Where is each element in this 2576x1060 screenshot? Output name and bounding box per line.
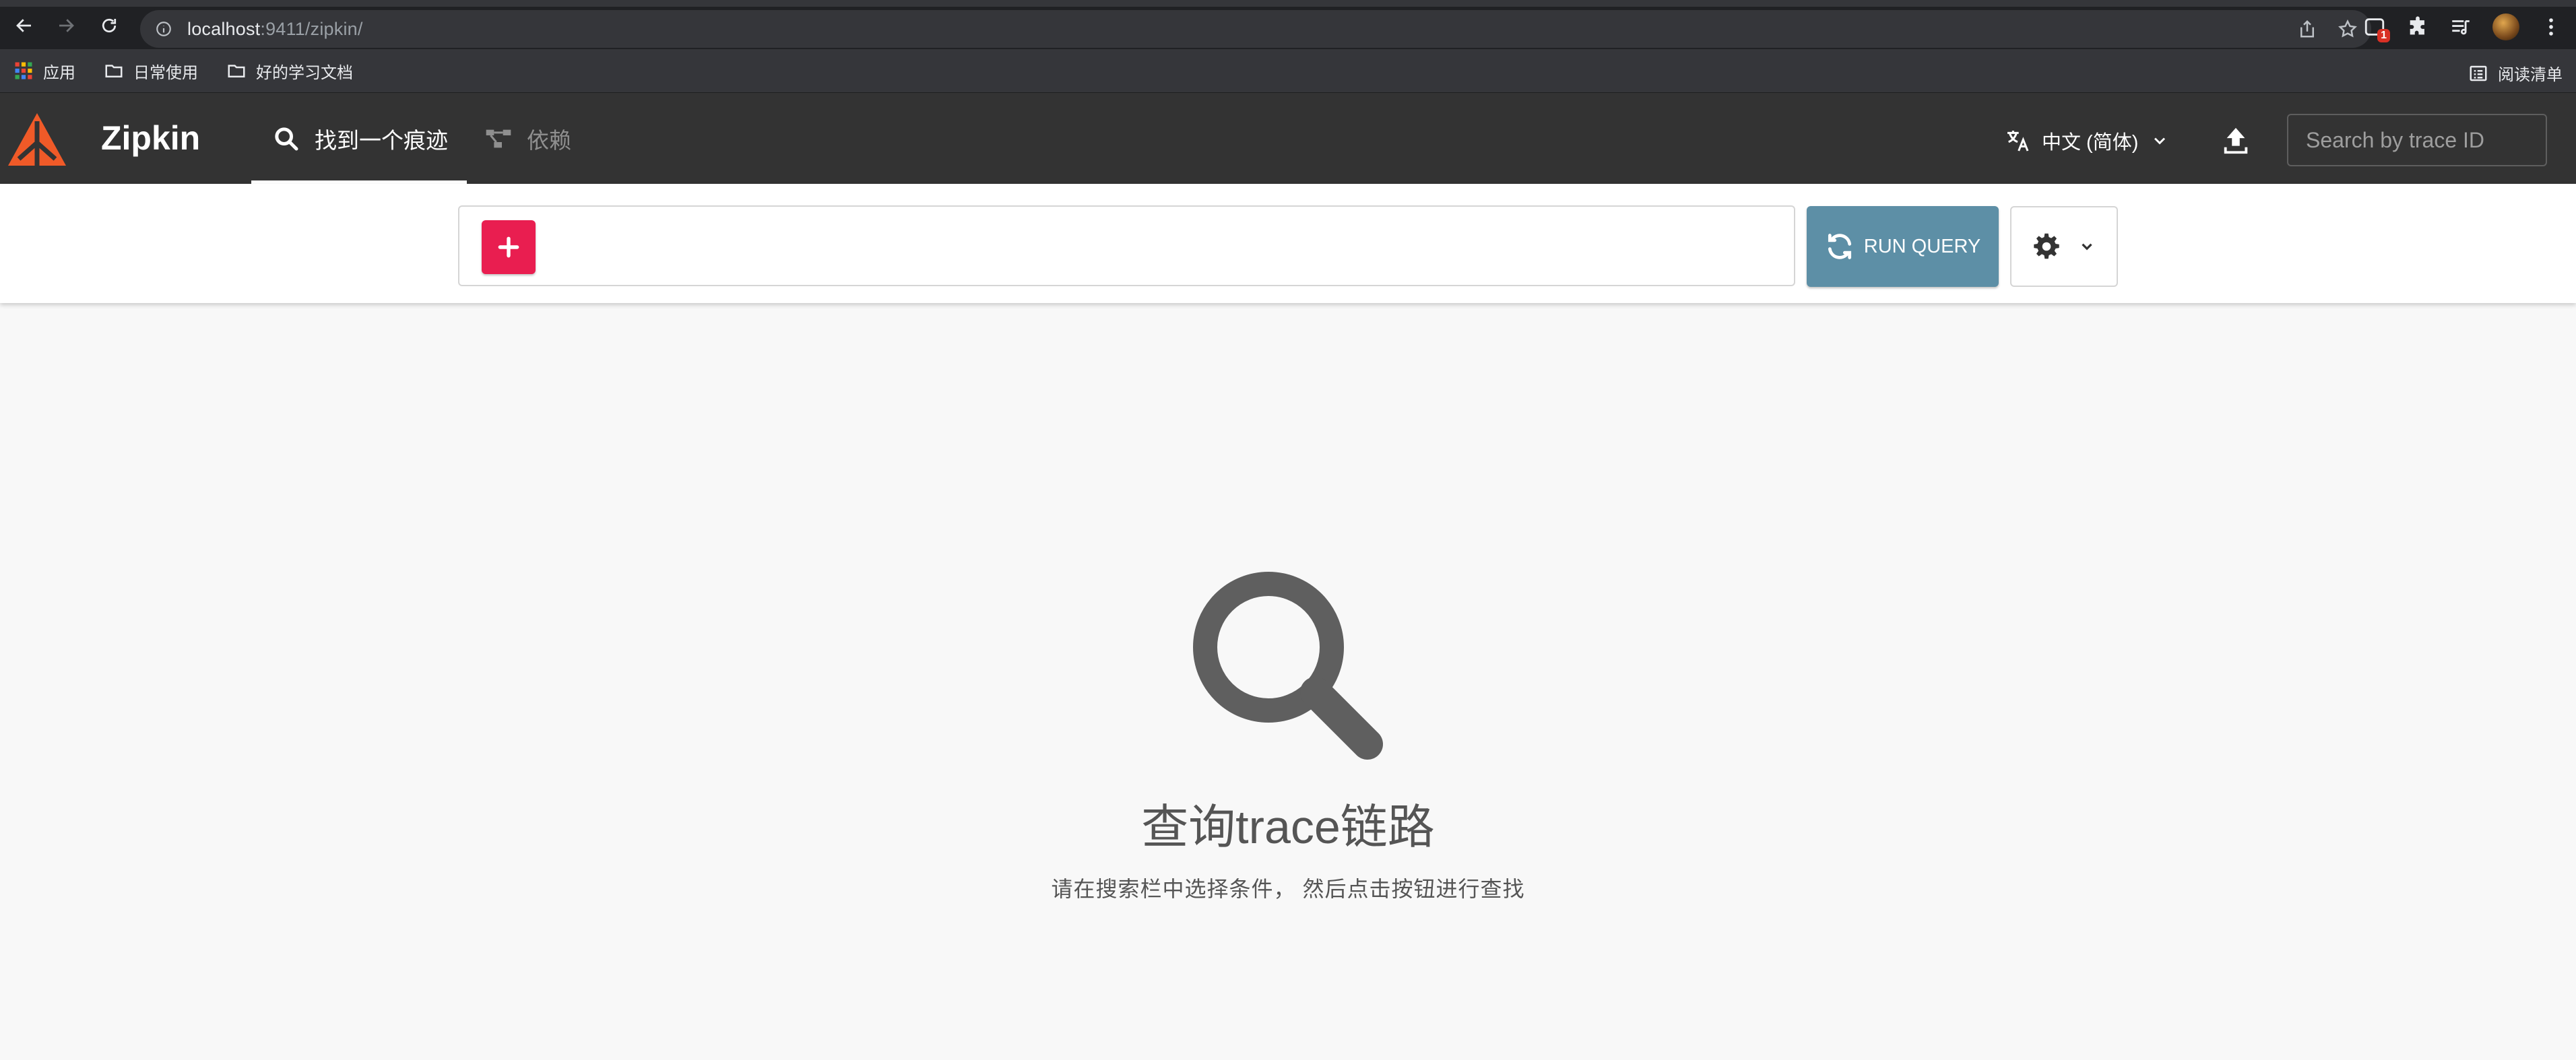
bookmark-folder-daily[interactable]: 日常使用 xyxy=(104,59,198,83)
bookmark-star-icon[interactable] xyxy=(2338,19,2358,39)
bookmarks-bar: 应用 日常使用 好的学习文档 阅读清单 xyxy=(0,49,2576,93)
zipkin-logo[interactable] xyxy=(7,112,67,167)
browser-menu-icon[interactable] xyxy=(2540,15,2563,38)
site-info-icon[interactable] xyxy=(155,20,172,38)
folder-icon xyxy=(226,61,247,81)
chevron-down-icon xyxy=(2150,131,2169,150)
forward-arrow-icon[interactable] xyxy=(54,13,78,38)
empty-state-description: 请在搜索栏中选择条件， 然后点击按钮进行查找 xyxy=(1051,877,1525,901)
empty-state-title: 查询trace链路 xyxy=(1141,801,1435,853)
trace-id-search-input[interactable] xyxy=(2287,114,2547,166)
profile-avatar[interactable] xyxy=(2492,13,2519,40)
bookmark-folder-docs[interactable]: 好的学习文档 xyxy=(226,59,353,83)
browser-toolbar: localhost:9411/zipkin/ 1 xyxy=(0,0,2576,49)
run-query-button[interactable]: RUN QUERY xyxy=(1807,206,1999,287)
translate-icon xyxy=(2004,127,2031,154)
search-criteria-field[interactable] xyxy=(458,205,1795,286)
language-selector[interactable]: 中文 (简体) xyxy=(2004,127,2169,155)
brand-title[interactable]: Zipkin xyxy=(101,119,200,158)
puzzle-extensions-icon[interactable] xyxy=(2406,15,2429,38)
extension-badge-icon[interactable]: 1 xyxy=(2363,15,2390,42)
bookmark-label: 应用 xyxy=(43,63,75,82)
upload-icon[interactable] xyxy=(2220,125,2251,156)
reading-list-button[interactable]: 阅读清单 xyxy=(2468,61,2563,85)
query-bar: RUN QUERY xyxy=(0,184,2576,303)
dependency-graph-icon xyxy=(485,125,512,152)
tab-dependencies[interactable]: 依赖 xyxy=(485,93,571,184)
tab-label: 找到一个痕迹 xyxy=(315,127,448,153)
tab-label: 依赖 xyxy=(527,127,571,153)
app-header: Zipkin 找到一个痕迹 依赖 中文 (简体) xyxy=(0,93,2576,184)
share-icon[interactable] xyxy=(2297,19,2317,39)
search-icon xyxy=(273,125,300,152)
bookmark-label: 好的学习文档 xyxy=(256,63,353,82)
gear-icon xyxy=(2032,232,2061,261)
chevron-down-icon xyxy=(2078,238,2096,255)
bookmark-label: 日常使用 xyxy=(133,63,198,82)
extension-count-badge: 1 xyxy=(2377,29,2390,42)
reading-list-label: 阅读清单 xyxy=(2498,66,2563,84)
settings-dropdown-button[interactable] xyxy=(2010,206,2118,287)
apps-grid-icon xyxy=(13,61,34,81)
url-text[interactable]: localhost:9411/zipkin/ xyxy=(187,19,363,40)
add-criteria-button[interactable] xyxy=(482,220,536,274)
back-arrow-icon[interactable] xyxy=(12,13,36,38)
media-queue-icon[interactable] xyxy=(2449,15,2472,38)
plus-icon xyxy=(498,236,519,258)
language-label: 中文 (简体) xyxy=(2042,132,2139,154)
folder-icon xyxy=(104,61,124,81)
large-search-icon xyxy=(1193,572,1383,760)
reload-icon[interactable] xyxy=(97,13,121,38)
tab-find-trace[interactable]: 找到一个痕迹 xyxy=(251,93,467,184)
run-query-label: RUN QUERY xyxy=(1863,235,1981,257)
refresh-icon xyxy=(1825,232,1855,261)
bookmark-apps[interactable]: 应用 xyxy=(13,59,75,83)
reading-list-icon xyxy=(2468,63,2488,84)
address-bar[interactable]: localhost:9411/zipkin/ xyxy=(140,10,2371,48)
